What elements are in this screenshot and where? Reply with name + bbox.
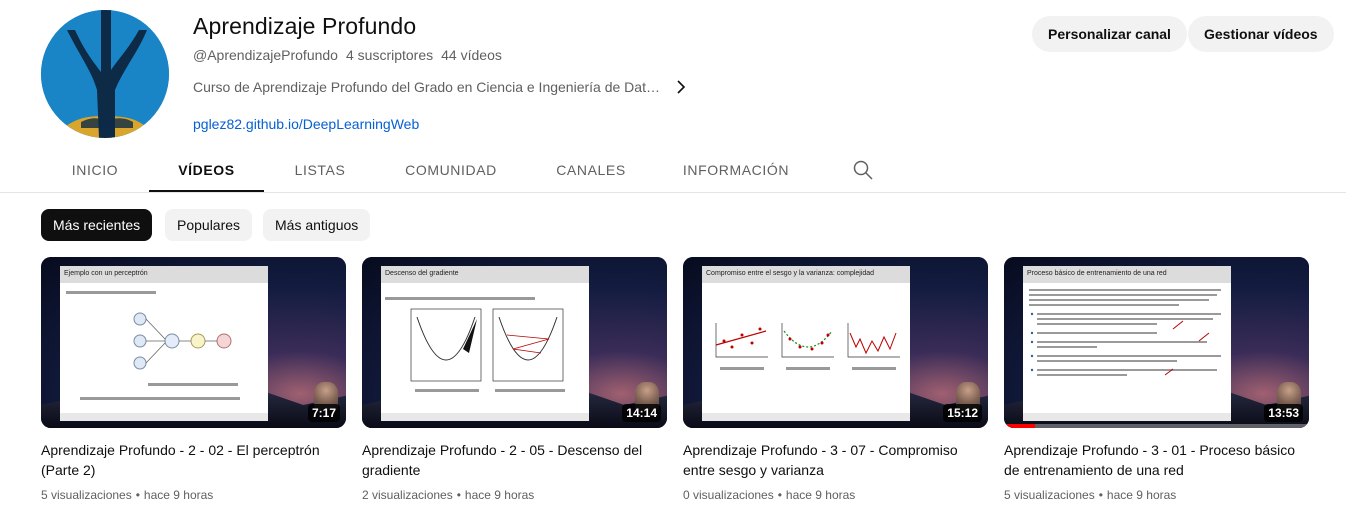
slide-title: Ejemplo con un perceptrón <box>60 266 268 283</box>
watch-progress-track <box>1035 424 1309 428</box>
video-duration: 13:53 <box>1264 404 1303 422</box>
video-title[interactable]: Aprendizaje Profundo - 2 - 02 - El perce… <box>41 440 346 480</box>
video-age: hace 9 horas <box>1106 488 1177 502</box>
video-views: 0 visualizaciones <box>683 488 774 502</box>
slide-title: Compromiso entre el sesgo y la varianza:… <box>702 266 910 283</box>
video-thumbnail[interactable]: Proceso básico de entrenamiento de una r… <box>1004 257 1309 428</box>
video-views: 5 visualizaciones <box>41 488 132 502</box>
video-thumbnail[interactable]: Ejemplo con un perceptrón 7:17 <box>41 257 346 428</box>
video-age: hace 9 horas <box>464 488 535 502</box>
tab-inicio[interactable]: INICIO <box>64 148 126 192</box>
video-duration: 14:14 <box>622 404 661 422</box>
chip-popular[interactable]: Populares <box>165 209 253 241</box>
channel-description-text: Curso de Aprendizaje Profundo del Grado … <box>193 79 665 95</box>
channel-title: Aprendizaje Profundo <box>193 13 417 39</box>
slide-image: Descenso del gradiente <box>381 266 589 421</box>
slide-image: Compromiso entre el sesgo y la varianza:… <box>702 266 910 421</box>
video-views: 5 visualizaciones <box>1004 488 1095 502</box>
tab-canales[interactable]: CANALES <box>550 148 632 192</box>
watch-progress-bar <box>1004 424 1035 428</box>
video-card: Compromiso entre el sesgo y la varianza:… <box>683 257 988 504</box>
slide-image: Ejemplo con un perceptrón <box>60 266 268 421</box>
video-count: 44 vídeos <box>441 47 502 63</box>
bias-variance-plots <box>715 323 900 370</box>
video-title[interactable]: Aprendizaje Profundo - 3 - 07 - Compromi… <box>683 440 988 480</box>
perceptron-diagram <box>66 291 240 400</box>
video-title[interactable]: Aprendizaje Profundo - 2 - 05 - Descenso… <box>362 440 667 480</box>
slide-title: Descenso del gradiente <box>381 266 589 283</box>
gradient-descent-plots <box>385 297 565 392</box>
chevron-right-icon <box>677 80 686 94</box>
manage-videos-button[interactable]: Gestionar vídeos <box>1188 16 1334 52</box>
video-age: hace 9 horas <box>785 488 856 502</box>
channel-link[interactable]: pglez82.github.io/DeepLearningWeb <box>193 114 419 134</box>
tab-comunidad[interactable]: COMUNIDAD <box>400 148 502 192</box>
video-title[interactable]: Aprendizaje Profundo - 3 - 01 - Proceso … <box>1004 440 1309 480</box>
video-thumbnail[interactable]: Compromiso entre el sesgo y la varianza:… <box>683 257 988 428</box>
video-card: Proceso básico de entrenamiento de una r… <box>1004 257 1309 504</box>
video-age: hace 9 horas <box>143 488 214 502</box>
chip-most-recent[interactable]: Más recientes <box>41 209 153 241</box>
slide-title: Proceso básico de entrenamiento de una r… <box>1023 266 1231 283</box>
video-thumbnail[interactable]: Descenso del gradiente 14:14 <box>362 257 667 428</box>
channel-description[interactable]: Curso de Aprendizaje Profundo del Grado … <box>193 76 693 98</box>
search-icon[interactable] <box>852 159 874 181</box>
video-card: Descenso del gradiente 14:14 Aprendizaje… <box>362 257 667 504</box>
subscriber-count: 4 suscriptores <box>345 47 434 63</box>
customize-channel-button[interactable]: Personalizar canal <box>1032 16 1187 52</box>
slide-image: Proceso básico de entrenamiento de una r… <box>1023 266 1231 421</box>
tab-informacion[interactable]: INFORMACIÓN <box>678 148 794 192</box>
video-views: 2 visualizaciones <box>362 488 453 502</box>
video-duration: 7:17 <box>307 404 340 422</box>
tab-videos[interactable]: VÍDEOS <box>149 148 264 192</box>
channel-handle: @AprendizajeProfundo <box>193 47 338 63</box>
tab-listas[interactable]: LISTAS <box>286 148 354 192</box>
training-steps-text <box>1029 289 1221 376</box>
channel-avatar <box>41 10 169 138</box>
channel-tabs: INICIO VÍDEOS LISTAS COMUNIDAD CANALES I… <box>0 148 1346 193</box>
video-duration: 15:12 <box>943 404 982 422</box>
video-card: Ejemplo con un perceptrón 7:17 Aprendiza… <box>41 257 346 504</box>
chip-oldest[interactable]: Más antiguos <box>263 209 371 241</box>
